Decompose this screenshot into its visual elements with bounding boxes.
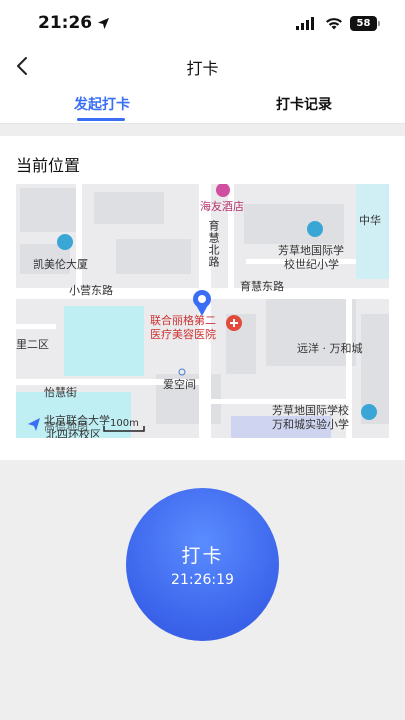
divider <box>0 124 405 136</box>
wifi-icon <box>326 17 342 29</box>
page-title: 打卡 <box>186 59 219 78</box>
map-label-yuhui-north-road: 育慧北路 <box>207 220 220 268</box>
nav-bar: 打卡 <box>0 48 405 84</box>
location-map[interactable]: 海友酒店 中华 凯美伦大厦 育慧北路 芳草地国际学 校世纪小学 小营东路 育慧东… <box>16 184 389 438</box>
battery-indicator: 58 <box>350 15 380 31</box>
tab-checkin-records[interactable]: 打卡记录 <box>276 94 332 114</box>
map-label-kaimei: 凯美伦大厦 <box>33 258 88 271</box>
cellular-signal-icon <box>296 16 314 30</box>
status-time: 21:26 <box>38 13 110 33</box>
clock-text: 21:26 <box>38 13 93 33</box>
map-label-ai-kongjian: 爱空间 <box>163 378 196 391</box>
map-label-yihui-street: 怡慧街 <box>44 386 77 399</box>
status-bar: 21:26 58 <box>0 0 405 46</box>
map-label-century-primary: 校世纪小学 <box>284 258 339 271</box>
checkin-label: 打卡 <box>181 545 224 567</box>
location-arrow-icon <box>98 17 110 29</box>
map-label-haiyou-hotel: 海友酒店 <box>200 200 244 213</box>
map-label-xiaoying-east-road: 小营东路 <box>69 284 113 297</box>
map-logo-gaode: 高德地图 <box>44 420 88 433</box>
active-tab-indicator <box>77 118 125 121</box>
map-label-yuhui-road: 育慧东路 <box>240 280 284 293</box>
map-label-yuanyang: 远洋 · 万和城 <box>297 342 363 355</box>
status-icons: 58 <box>296 15 380 31</box>
checkin-time: 21:26:19 <box>171 572 234 588</box>
tab-bar: 发起打卡 打卡记录 <box>0 88 405 124</box>
map-label-li-er-qu: 里二区 <box>16 338 49 351</box>
current-location-label: 当前位置 <box>16 156 81 175</box>
map-label-clinic-line2: 医疗美容医院 <box>150 328 216 341</box>
map-label-zhonghua: 中华 <box>359 214 381 227</box>
tab-start-checkin[interactable]: 发起打卡 <box>74 94 130 114</box>
map-label-fangcaodi-line2: 万和城实验小学 <box>272 418 349 431</box>
map-scale-label: 100m <box>110 418 139 429</box>
checkin-button[interactable]: 打卡 21:26:19 <box>126 488 279 641</box>
